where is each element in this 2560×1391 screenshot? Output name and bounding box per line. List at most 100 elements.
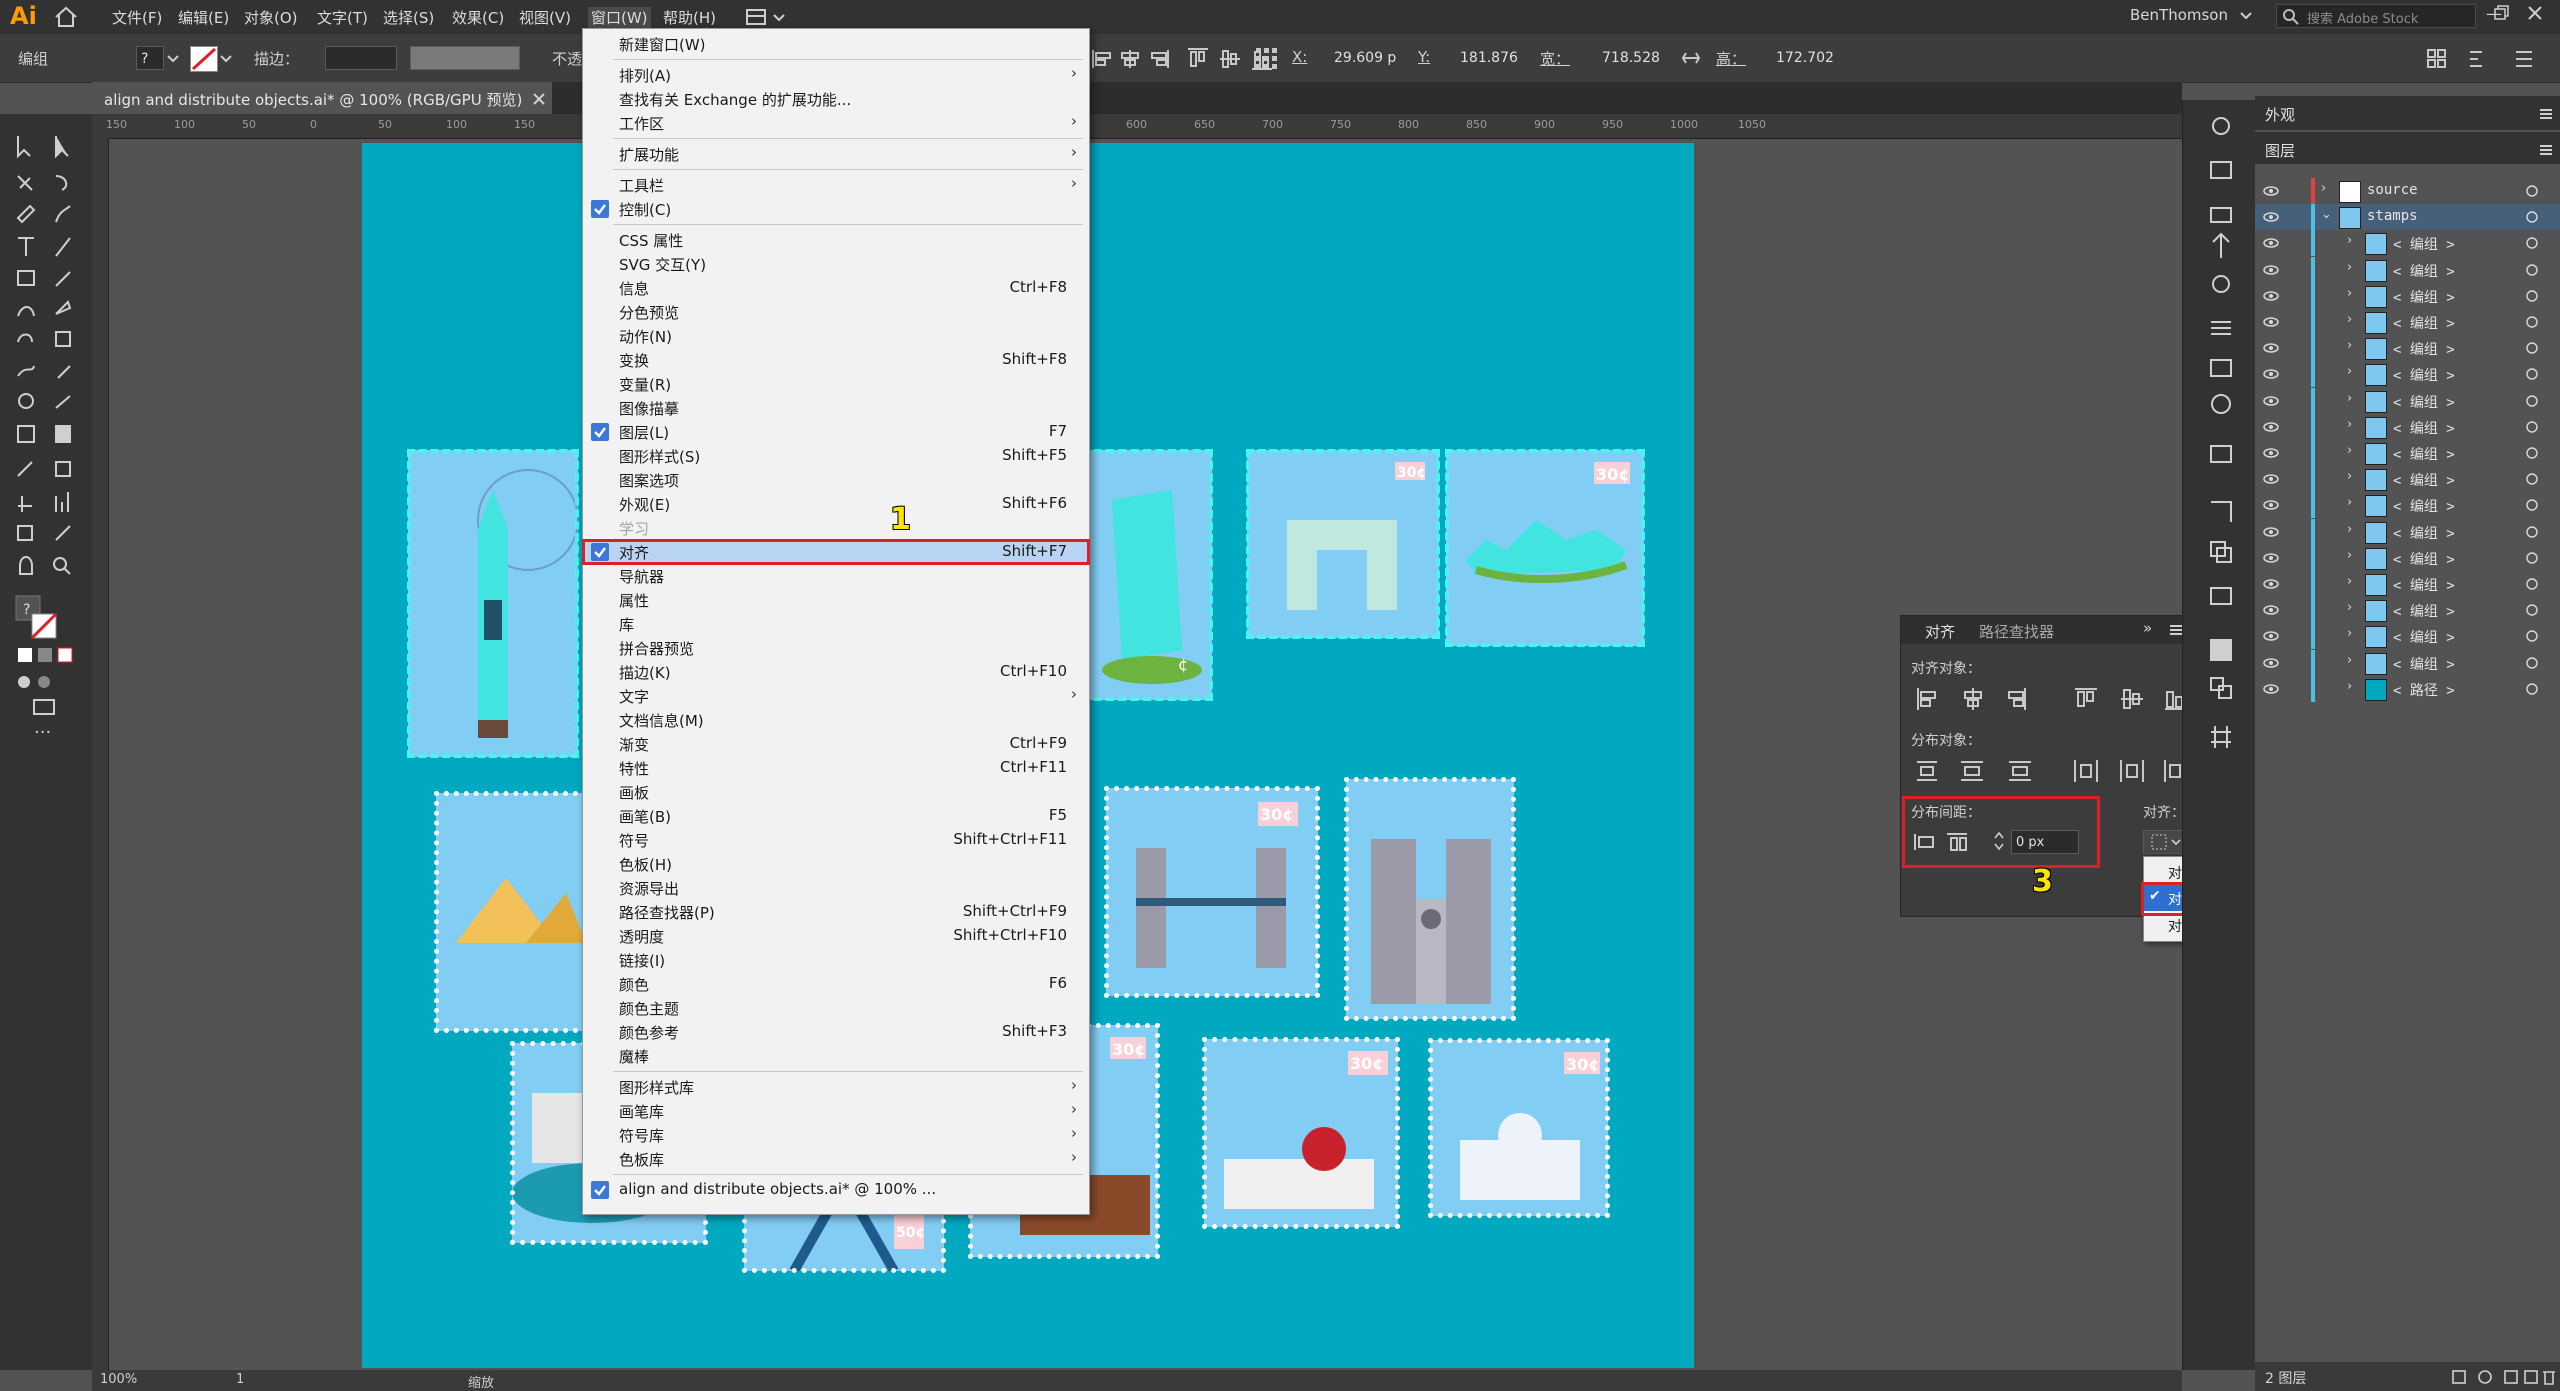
window-menu-item[interactable]: 色板库 › [583, 1147, 1089, 1171]
window-menu-item[interactable]: 图层(L) F7 [583, 420, 1089, 444]
stock-search-field[interactable]: 搜索 Adobe Stock [2276, 4, 2476, 28]
window-menu-item[interactable]: 链接(I) [583, 948, 1089, 972]
stamp-skyline[interactable]: 30¢ [1445, 449, 1645, 647]
visibility-eye-icon[interactable] [2263, 209, 2279, 225]
layer-name[interactable]: < 编组 > [2393, 365, 2455, 385]
window-menu-item[interactable]: 导航器 [583, 564, 1089, 588]
window-menu-item[interactable]: 符号 Shift+Ctrl+F11 [583, 828, 1089, 852]
visibility-eye-icon[interactable] [2263, 262, 2279, 278]
window-menu-item[interactable]: 渐变 Ctrl+F9 [583, 732, 1089, 756]
window-menu-item[interactable]: align and distribute objects.ai* @ 100% … [583, 1178, 1089, 1202]
expand-arrow-icon[interactable]: › [2347, 548, 2352, 563]
window-menu-item[interactable]: 分色预览 [583, 300, 1089, 324]
window-menu-item[interactable]: 变量(R) [583, 372, 1089, 396]
visibility-eye-icon[interactable] [2263, 628, 2279, 644]
window-menu-item[interactable]: 扩展功能 › [583, 142, 1089, 166]
expand-arrow-icon[interactable]: › [2347, 626, 2352, 641]
visibility-eye-icon[interactable] [2263, 235, 2279, 251]
menu-object[interactable]: 对象(O) [244, 7, 298, 28]
layer-row[interactable]: ⌄ stamps [2255, 204, 2560, 231]
window-menu-item[interactable]: 工具栏 › [583, 173, 1089, 197]
window-menu-item[interactable]: 画板 [583, 780, 1089, 804]
expand-arrow-icon[interactable]: › [2321, 181, 2326, 196]
tab-appearance[interactable]: 外观 [2265, 104, 2295, 125]
target-circle-icon[interactable] [2525, 682, 2539, 700]
layer-row[interactable]: › < 编组 > [2255, 571, 2560, 597]
window-menu-item[interactable]: 工作区 › [583, 111, 1089, 135]
expand-arrow-icon[interactable]: › [2347, 233, 2352, 248]
target-circle-icon[interactable] [2525, 394, 2539, 412]
menu-effect[interactable]: 效果(C) [452, 7, 504, 28]
window-menu-item[interactable]: 画笔库 › [583, 1099, 1089, 1123]
expand-arrow-icon[interactable]: › [2347, 286, 2352, 301]
window-menu-item[interactable]: 属性 [583, 588, 1089, 612]
layer-row[interactable]: › < 编组 > [2255, 309, 2560, 335]
layer-name[interactable]: < 编组 > [2393, 392, 2455, 412]
visibility-eye-icon[interactable] [2263, 393, 2279, 409]
visibility-eye-icon[interactable] [2263, 419, 2279, 435]
panel-icons[interactable] [2203, 112, 2239, 772]
layer-row[interactable]: › < 编组 > [2255, 440, 2560, 466]
layer-name[interactable]: < 编组 > [2393, 601, 2455, 621]
window-menu-item[interactable]: 画笔(B) F5 [583, 804, 1089, 828]
layer-name[interactable]: < 编组 > [2393, 418, 2455, 438]
layer-row[interactable]: › < 编组 > [2255, 335, 2560, 362]
target-circle-icon[interactable] [2525, 210, 2539, 228]
layer-name[interactable]: < 编组 > [2393, 654, 2455, 674]
expand-arrow-icon[interactable]: › [2347, 600, 2352, 615]
layer-row[interactable]: › < 编组 > [2255, 597, 2560, 624]
layer-row[interactable]: › < 编组 > [2255, 413, 2560, 440]
target-circle-icon[interactable] [2525, 629, 2539, 647]
visibility-eye-icon[interactable] [2263, 340, 2279, 356]
visibility-eye-icon[interactable] [2263, 445, 2279, 461]
window-menu-item[interactable]: 拼合器预览 [583, 636, 1089, 660]
stamp-big-ben[interactable] [407, 449, 579, 758]
distribute-objects-buttons-icon[interactable] [1915, 758, 2185, 784]
expand-arrow-icon[interactable]: › [2347, 469, 2352, 484]
layer-row[interactable]: › < 编组 > [2255, 387, 2560, 414]
window-menu-item[interactable]: 图形样式库 › [583, 1075, 1089, 1099]
menu-view[interactable]: 视图(V) [519, 7, 571, 28]
stamp-notre-dame[interactable] [1344, 777, 1516, 1021]
expand-arrow-icon[interactable]: › [2347, 443, 2352, 458]
menu-type[interactable]: 文字(T) [317, 7, 368, 28]
expand-arrow-icon[interactable]: › [2347, 679, 2352, 694]
window-menu-item[interactable]: 图像描摹 [583, 396, 1089, 420]
layer-row[interactable]: › < 编组 > [2255, 361, 2560, 388]
layer-row[interactable]: › < 编组 > [2255, 544, 2560, 571]
layer-name[interactable]: < 编组 > [2393, 627, 2455, 647]
layer-name[interactable]: < 编组 > [2393, 339, 2455, 359]
layer-row[interactable]: › < 编组 > [2255, 649, 2560, 676]
layer-name[interactable]: < 编组 > [2393, 261, 2455, 281]
target-circle-icon[interactable] [2525, 289, 2539, 307]
stroke-swatch[interactable] [190, 46, 218, 72]
target-circle-icon[interactable] [2525, 498, 2539, 516]
user-name[interactable]: BenThomson [2130, 6, 2228, 24]
expand-arrow-icon[interactable]: › [2347, 522, 2352, 537]
layer-name[interactable]: < 编组 > [2393, 287, 2455, 307]
target-circle-icon[interactable] [2525, 525, 2539, 543]
menu-select[interactable]: 选择(S) [383, 7, 434, 28]
window-menu-item[interactable]: 图形样式(S) Shift+F5 [583, 444, 1089, 468]
target-circle-icon[interactable] [2525, 577, 2539, 595]
target-circle-icon[interactable] [2525, 420, 2539, 438]
layer-row[interactable]: › < 路径 > [2255, 675, 2560, 702]
window-menu-item[interactable]: 动作(N) [583, 324, 1089, 348]
window-menu-item[interactable]: 透明度 Shift+Ctrl+F10 [583, 924, 1089, 948]
target-circle-icon[interactable] [2525, 603, 2539, 621]
visibility-eye-icon[interactable] [2263, 655, 2279, 671]
y-field[interactable]: 181.876 [1456, 46, 1536, 70]
visibility-eye-icon[interactable] [2263, 471, 2279, 487]
menu-window[interactable]: 窗口(W) [588, 7, 651, 28]
window-menu-item[interactable]: 库 [583, 612, 1089, 636]
visibility-eye-icon[interactable] [2263, 550, 2279, 566]
visibility-eye-icon[interactable] [2263, 314, 2279, 330]
expand-arrow-icon[interactable]: › [2347, 260, 2352, 275]
target-circle-icon[interactable] [2525, 551, 2539, 569]
visibility-eye-icon[interactable] [2263, 602, 2279, 618]
window-menu-item[interactable]: 特性 Ctrl+F11 [583, 756, 1089, 780]
align-objects-buttons-icon[interactable] [1915, 686, 2185, 712]
layer-name[interactable]: < 编组 > [2393, 313, 2455, 333]
panel-menu-icon[interactable] [2169, 624, 2183, 636]
chevron-down-icon[interactable] [220, 54, 232, 64]
